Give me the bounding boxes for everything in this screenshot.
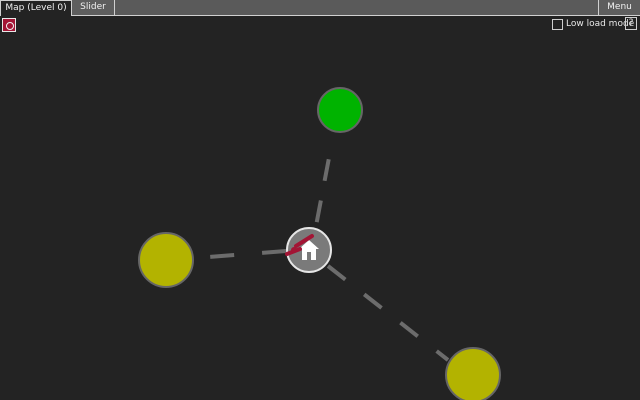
home-node[interactable] xyxy=(285,227,332,273)
map-canvas[interactable] xyxy=(0,0,640,400)
link-home-yellow-southeast xyxy=(326,264,450,362)
link-home-yellow-west xyxy=(195,249,287,260)
yellow-node-west[interactable] xyxy=(138,232,194,288)
link-home-green xyxy=(314,141,334,227)
game-screen: Map (Level 0) Slider Menu Low load mode … xyxy=(0,0,640,400)
yellow-node-southeast[interactable] xyxy=(445,347,501,400)
green-node[interactable] xyxy=(317,87,363,133)
